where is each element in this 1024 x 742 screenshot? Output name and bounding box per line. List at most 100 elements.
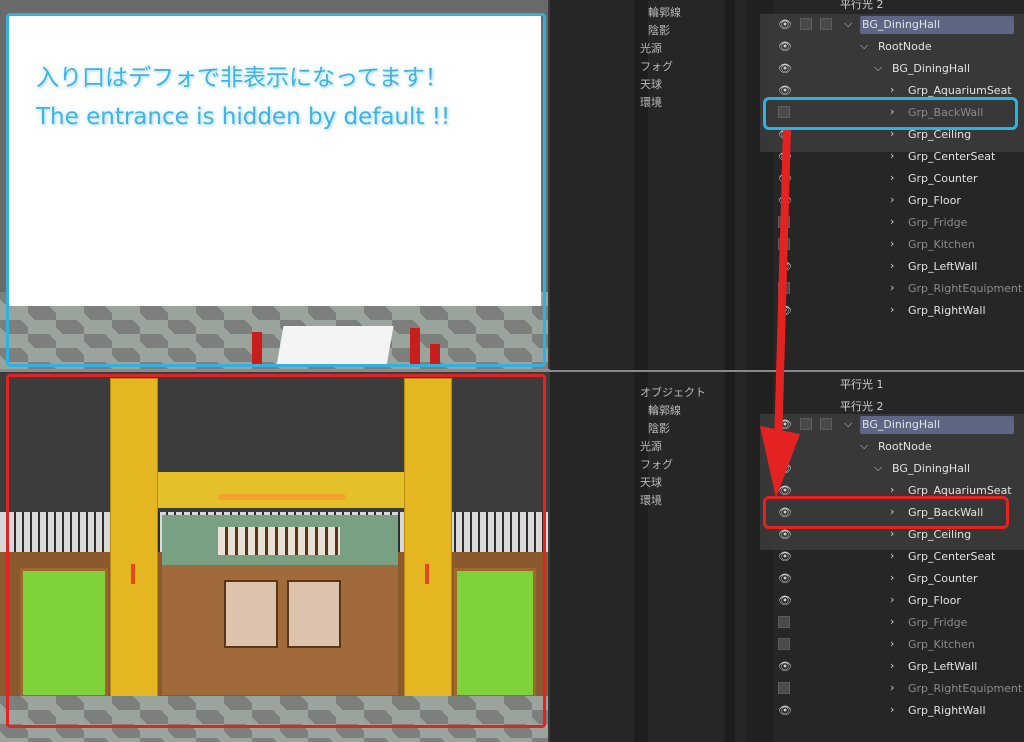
- tree-row-label: Grp_Kitchen: [908, 238, 975, 251]
- chevron-down-icon[interactable]: ⌵: [844, 417, 852, 431]
- eye-icon[interactable]: 👁: [778, 661, 792, 673]
- eye-icon[interactable]: 👁: [778, 85, 792, 97]
- red-arrow: [760, 129, 800, 498]
- tree-row-grp-rightwall[interactable]: 👁 › Grp_RightWall: [770, 700, 1020, 722]
- tree-row-label: Grp_Floor: [908, 594, 961, 607]
- viewport-top[interactable]: 入り口はデフォで非表示になってます！ The entrance is hidde…: [0, 0, 548, 370]
- prop-fog[interactable]: フォグ: [640, 456, 673, 472]
- visibility-hidden-box[interactable]: [778, 682, 790, 694]
- tree-row-label: RootNode: [878, 40, 932, 53]
- tree-row-label: Grp_RightWall: [908, 704, 986, 717]
- tree-row-rootnode[interactable]: 👁 ⌵ RootNode: [770, 36, 1020, 58]
- row-toggle-box[interactable]: [820, 18, 832, 30]
- tree-row-grp-leftwall[interactable]: 👁 › Grp_LeftWall: [770, 656, 1020, 678]
- tree-row-label: Grp_Fridge: [908, 216, 968, 229]
- tree-row-grp-counter[interactable]: 👁 › Grp_Counter: [770, 568, 1020, 590]
- viewport-bottom[interactable]: [0, 372, 548, 742]
- tree-row-label: Grp_Ceiling: [908, 528, 972, 541]
- eye-icon[interactable]: 👁: [778, 595, 792, 607]
- prop-outline[interactable]: 輪郭線: [648, 402, 681, 418]
- light-label[interactable]: 平行光 2: [840, 0, 884, 12]
- chevron-right-icon[interactable]: ›: [890, 281, 894, 294]
- tree-row-label: Grp_AquariumSeat: [908, 84, 1012, 97]
- highlight-frame-blue: [6, 13, 546, 367]
- chevron-right-icon[interactable]: ›: [890, 703, 894, 716]
- prop-light[interactable]: 光源: [640, 438, 662, 454]
- tree-row-label: Grp_LeftWall: [908, 660, 978, 673]
- chevron-right-icon[interactable]: ›: [890, 259, 894, 272]
- prop-light[interactable]: 光源: [640, 40, 662, 56]
- row-toggle-box[interactable]: [800, 18, 812, 30]
- light-label-2[interactable]: 平行光 2: [840, 398, 884, 414]
- chevron-down-icon[interactable]: ⌵: [860, 39, 868, 53]
- chevron-right-icon[interactable]: ›: [890, 303, 894, 316]
- chevron-right-icon[interactable]: ›: [890, 193, 894, 206]
- tree-row-label: Grp_CenterSeat: [908, 150, 996, 163]
- tree-row-label: Grp_LeftWall: [908, 260, 978, 273]
- tree-row-label: Grp_Floor: [908, 194, 961, 207]
- chevron-right-icon[interactable]: ›: [890, 637, 894, 650]
- prop-shadow[interactable]: 陰影: [648, 420, 670, 436]
- tree-row-label: Grp_Kitchen: [908, 638, 975, 651]
- prop-object[interactable]: オブジェクト: [640, 384, 706, 400]
- tree-row-label: BG_DiningHall: [862, 18, 941, 31]
- panel-column-strip-2: [725, 0, 735, 370]
- visibility-hidden-box[interactable]: [778, 616, 790, 628]
- panel-column-strip-2: [725, 372, 735, 742]
- tree-row-label: BG_DiningHall: [892, 62, 971, 75]
- eye-icon[interactable]: 👁: [778, 551, 792, 563]
- tree-row-grp-rightequipment[interactable]: › Grp_RightEquipment: [770, 678, 1023, 700]
- chevron-right-icon[interactable]: ›: [890, 659, 894, 672]
- eye-icon[interactable]: 👁: [778, 41, 792, 53]
- tree-row-label: RootNode: [878, 440, 932, 453]
- prop-skydome[interactable]: 天球: [640, 76, 662, 92]
- tree-row-bg-dininghall[interactable]: 👁 ⌵ BG_DiningHall: [770, 14, 1020, 36]
- eye-icon[interactable]: 👁: [778, 63, 792, 75]
- prop-skydome[interactable]: 天球: [640, 474, 662, 490]
- chevron-down-icon[interactable]: ⌵: [874, 61, 882, 75]
- tree-row-bg-dininghall[interactable]: 👁 ⌵ BG_DiningHall: [770, 58, 1020, 80]
- tree-row-label: Grp_CenterSeat: [908, 550, 996, 563]
- eye-icon[interactable]: 👁: [778, 529, 792, 541]
- chevron-right-icon[interactable]: ›: [890, 681, 894, 694]
- eye-icon[interactable]: 👁: [778, 573, 792, 585]
- eye-icon[interactable]: 👁: [778, 705, 792, 717]
- chevron-right-icon[interactable]: ›: [890, 237, 894, 250]
- prop-outline[interactable]: 輪郭線: [648, 4, 681, 20]
- prop-shadow[interactable]: 陰影: [648, 22, 670, 38]
- tree-row-label: BG_DiningHall: [892, 462, 971, 475]
- tree-row-label: Grp_RightEquipment: [908, 682, 1023, 695]
- highlight-frame-red: [6, 374, 546, 728]
- arrow-shaft: [774, 129, 791, 447]
- tree-row-grp-fridge[interactable]: › Grp_Fridge: [770, 612, 1020, 634]
- tree-row-label: Grp_Fridge: [908, 616, 968, 629]
- eye-icon[interactable]: 👁: [778, 19, 792, 31]
- chevron-right-icon[interactable]: ›: [890, 615, 894, 628]
- tree-row-label: Grp_Counter: [908, 172, 978, 185]
- chevron-down-icon[interactable]: ⌵: [844, 17, 852, 31]
- chevron-right-icon[interactable]: ›: [890, 149, 894, 162]
- tree-row-label: BG_DiningHall: [862, 418, 941, 431]
- tree-row-label: Grp_RightWall: [908, 304, 986, 317]
- chevron-right-icon[interactable]: ›: [890, 171, 894, 184]
- tree-row-grp-kitchen[interactable]: › Grp_Kitchen: [770, 634, 1020, 656]
- tree-row-grp-floor[interactable]: 👁 › Grp_Floor: [770, 590, 1020, 612]
- visibility-hidden-box[interactable]: [778, 638, 790, 650]
- arrow-head: [760, 426, 800, 498]
- tree-row-grp-centerseat[interactable]: 👁 › Grp_CenterSeat: [770, 546, 1020, 568]
- chevron-down-icon[interactable]: ⌵: [860, 439, 868, 453]
- chevron-right-icon[interactable]: ›: [890, 549, 894, 562]
- chevron-right-icon[interactable]: ›: [890, 215, 894, 228]
- chevron-down-icon[interactable]: ⌵: [874, 461, 882, 475]
- prop-environment[interactable]: 環境: [640, 492, 662, 508]
- chevron-right-icon[interactable]: ›: [890, 483, 894, 496]
- chevron-right-icon[interactable]: ›: [890, 83, 894, 96]
- panel-column-strip: [634, 372, 648, 742]
- light-label-1[interactable]: 平行光 1: [840, 376, 884, 392]
- tree-row-label: Grp_RightEquipment: [908, 282, 1023, 295]
- chevron-right-icon[interactable]: ›: [890, 571, 894, 584]
- row-toggle-box[interactable]: [820, 418, 832, 430]
- chevron-right-icon[interactable]: ›: [890, 593, 894, 606]
- prop-environment[interactable]: 環境: [640, 94, 662, 110]
- prop-fog[interactable]: フォグ: [640, 58, 673, 74]
